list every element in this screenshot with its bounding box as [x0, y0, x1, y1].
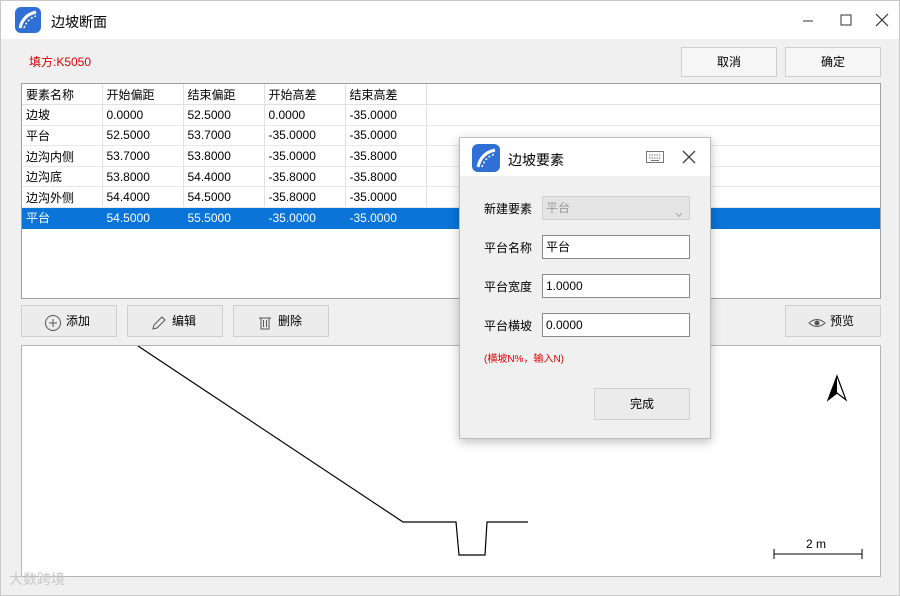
- table-header-row: 要素名称 开始偏距 结束偏距 开始高差 结束高差: [22, 84, 880, 106]
- dialog-body: 新建要素 平台 平台名称 平台 平台宽度 1.0000 平台横坡 0.0000 …: [460, 176, 710, 438]
- scale-label: 2 m: [806, 537, 827, 551]
- section-preview-canvas[interactable]: [21, 345, 881, 577]
- add-button[interactable]: 添加: [21, 305, 117, 337]
- table-cell[interactable]: -35.0000: [264, 145, 346, 167]
- delete-button-label: 删除: [278, 314, 303, 328]
- table-cell[interactable]: 边坡: [22, 104, 103, 126]
- slope-element-table[interactable]: 要素名称 开始偏距 结束偏距 开始高差 结束高差 边坡 0.0000 52.50…: [21, 83, 881, 299]
- table-row[interactable]: 边坡 0.0000 52.5000 0.0000 -35.0000: [22, 104, 880, 126]
- platform-width-label: 平台宽度: [484, 280, 533, 294]
- table-cell[interactable]: -35.8000: [345, 166, 427, 188]
- table-row[interactable]: 边沟底 53.8000 54.4000 -35.8000 -35.8000: [22, 166, 880, 188]
- table-cell[interactable]: 52.5000: [183, 104, 265, 126]
- platform-slope-label: 平台横坡: [484, 319, 533, 333]
- dialog-title-bar: 边坡要素: [460, 138, 710, 176]
- platform-width-input[interactable]: 1.0000: [542, 274, 690, 298]
- maximize-button[interactable]: [831, 7, 861, 33]
- platform-slope-input[interactable]: 0.0000: [542, 313, 690, 337]
- done-button[interactable]: 完成: [594, 388, 690, 420]
- column-header[interactable]: 要素名称: [22, 84, 103, 106]
- table-cell[interactable]: 0.0000: [264, 104, 346, 126]
- new-element-select[interactable]: 平台: [542, 196, 690, 220]
- title-bar: 边坡断面: [1, 1, 899, 39]
- table-cell[interactable]: 边沟内侧: [22, 145, 103, 167]
- table-cell[interactable]: 边沟底: [22, 166, 103, 188]
- table-cell[interactable]: -35.8000: [345, 145, 427, 167]
- app-road-icon: [472, 144, 500, 172]
- table-row[interactable]: 边沟外侧 54.4000 54.5000 -35.8000 -35.0000: [22, 186, 880, 209]
- column-header[interactable]: 开始偏距: [102, 84, 184, 106]
- edit-button-label: 编辑: [172, 314, 197, 328]
- edit-button[interactable]: 编辑: [127, 305, 223, 337]
- table-row-selected[interactable]: 平台 54.5000 55.5000 -35.0000 -35.0000: [22, 207, 880, 229]
- section-drawing: [137, 345, 863, 559]
- table-row[interactable]: 平台 52.5000 53.7000 -35.0000 -35.0000: [22, 125, 880, 147]
- table-cell[interactable]: 53.7000: [183, 125, 265, 147]
- table-cell[interactable]: 54.4000: [102, 186, 184, 209]
- table-cell[interactable]: 54.5000: [102, 207, 184, 229]
- table-cell[interactable]: -35.0000: [345, 104, 427, 126]
- table-cell[interactable]: -35.0000: [264, 207, 346, 229]
- pencil-icon: [150, 313, 168, 331]
- delete-button[interactable]: 删除: [233, 305, 329, 337]
- slope-hint-text: (横坡N%，输入N): [484, 354, 564, 365]
- table-cell-empty: [426, 104, 880, 126]
- table-cell[interactable]: -35.0000: [345, 125, 427, 147]
- minimize-button[interactable]: [793, 7, 823, 33]
- column-header[interactable]: 结束偏距: [183, 84, 265, 106]
- table-cell[interactable]: 53.8000: [183, 145, 265, 167]
- plus-circle-icon: [44, 313, 62, 331]
- preview-button[interactable]: 预览: [785, 305, 881, 337]
- table-cell[interactable]: 52.5000: [102, 125, 184, 147]
- table-cell[interactable]: 53.8000: [102, 166, 184, 188]
- cancel-button[interactable]: 取消: [681, 47, 777, 77]
- app-road-icon: [15, 7, 41, 33]
- slope-section-window: 边坡断面 填方:K5050 取消 确定 要素名称 开始偏距 结束偏距 开始高差 …: [0, 0, 900, 596]
- fill-station-label: 填方:K5050: [29, 55, 92, 69]
- table-cell[interactable]: -35.0000: [345, 186, 427, 209]
- table-cell[interactable]: 54.5000: [183, 186, 265, 209]
- table-cell[interactable]: -35.0000: [264, 125, 346, 147]
- table-cell[interactable]: 平台: [22, 125, 103, 147]
- confirm-button[interactable]: 确定: [785, 47, 881, 77]
- keyboard-icon[interactable]: [646, 151, 664, 163]
- table-cell[interactable]: -35.8000: [264, 166, 346, 188]
- new-element-label: 新建要素: [484, 202, 533, 216]
- column-header[interactable]: 开始高差: [264, 84, 346, 106]
- dialog-close-button[interactable]: [680, 148, 698, 166]
- table-cell[interactable]: -35.0000: [345, 207, 427, 229]
- add-button-label: 添加: [66, 314, 91, 328]
- table-cell[interactable]: 边沟外侧: [22, 186, 103, 209]
- table-cell[interactable]: 平台: [22, 207, 103, 229]
- slope-element-dialog: 边坡要素 新建要素 平台 平台名称 平台 平台宽度 1.0000 平台横坡 0.…: [459, 137, 711, 439]
- column-header[interactable]: 结束高差: [345, 84, 427, 106]
- preview-button-label: 预览: [830, 314, 855, 328]
- trash-icon: [256, 313, 274, 331]
- table-row[interactable]: 边沟内侧 53.7000 53.8000 -35.0000 -35.8000: [22, 145, 880, 167]
- watermark: 大数跨境: [9, 571, 65, 587]
- eye-icon: [808, 313, 826, 331]
- table-cell[interactable]: 0.0000: [102, 104, 184, 126]
- new-element-value: 平台: [546, 201, 571, 215]
- table-cell[interactable]: -35.8000: [264, 186, 346, 209]
- platform-name-input[interactable]: 平台: [542, 235, 690, 259]
- table-cell[interactable]: 54.4000: [183, 166, 265, 188]
- north-arrow-icon: [826, 374, 848, 402]
- close-button[interactable]: [867, 7, 897, 33]
- window-title: 边坡断面: [51, 14, 107, 30]
- table-cell[interactable]: 55.5000: [183, 207, 265, 229]
- column-header-empty: [426, 84, 880, 106]
- dialog-title: 边坡要素: [508, 152, 564, 168]
- chevron-down-icon: [675, 204, 683, 218]
- table-cell[interactable]: 53.7000: [102, 145, 184, 167]
- platform-name-label: 平台名称: [484, 241, 533, 255]
